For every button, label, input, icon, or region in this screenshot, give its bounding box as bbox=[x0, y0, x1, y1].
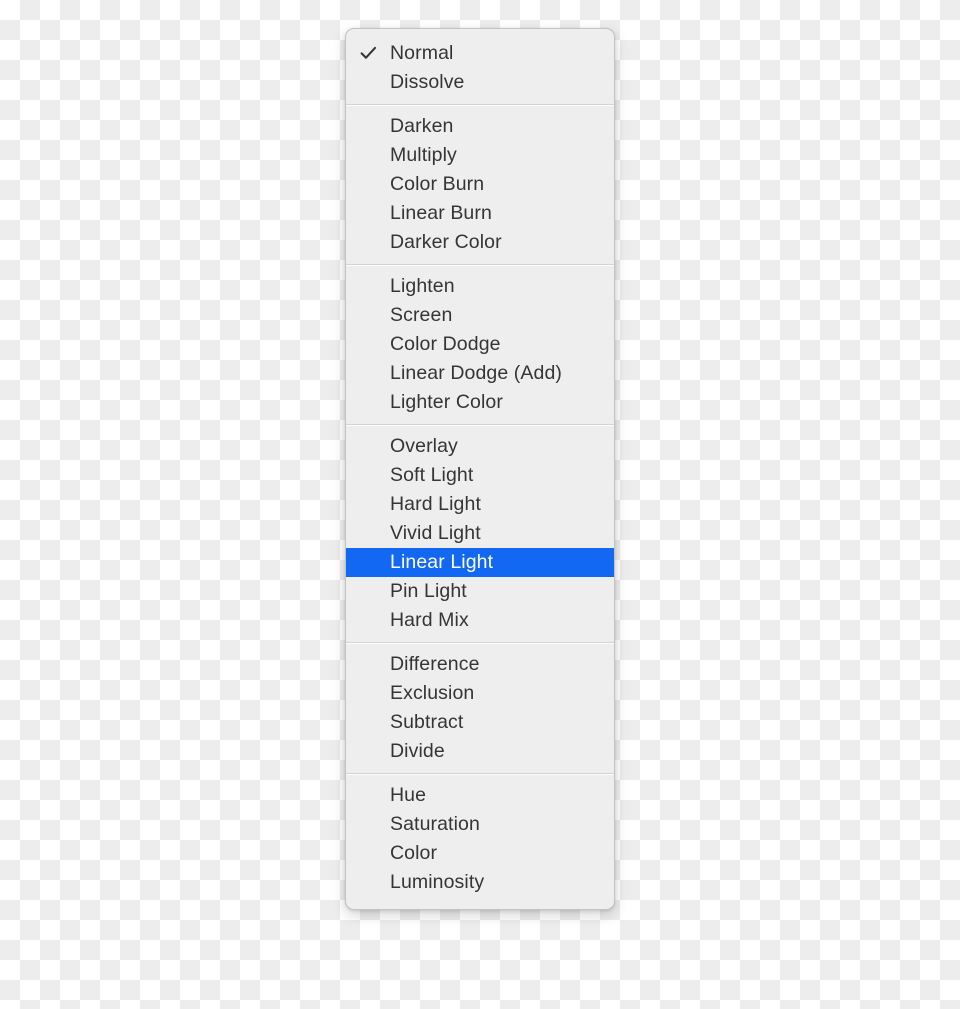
checkmark-slot-empty bbox=[346, 606, 390, 635]
menu-item-luminosity[interactable]: Luminosity bbox=[346, 868, 614, 897]
menu-item-label: Pin Light bbox=[390, 580, 467, 602]
checkmark-slot-empty bbox=[346, 432, 390, 461]
checkmark-slot-empty bbox=[346, 359, 390, 388]
menu-group: Difference Exclusion Subtract Divide bbox=[346, 650, 614, 766]
menu-separator bbox=[346, 264, 614, 265]
menu-group: Overlay Soft Light Hard Light Vivid Light Li… bbox=[346, 432, 614, 635]
menu-item-label: Hard Mix bbox=[390, 609, 469, 631]
checkmark-slot-empty bbox=[346, 228, 390, 257]
menu-group: Darken Multiply Color Burn Linear Burn Darke… bbox=[346, 112, 614, 257]
menu-item-dissolve[interactable]: Dissolve bbox=[346, 68, 614, 97]
menu-item-vivid-light[interactable]: Vivid Light bbox=[346, 519, 614, 548]
menu-item-difference[interactable]: Difference bbox=[346, 650, 614, 679]
checkmark-slot-empty bbox=[346, 461, 390, 490]
menu-item-lighten[interactable]: Lighten bbox=[346, 272, 614, 301]
menu-item-multiply[interactable]: Multiply bbox=[346, 141, 614, 170]
checkmark-slot-empty bbox=[346, 737, 390, 766]
menu-item-overlay[interactable]: Overlay bbox=[346, 432, 614, 461]
checkmark-slot-empty bbox=[346, 577, 390, 606]
menu-item-soft-light[interactable]: Soft Light bbox=[346, 461, 614, 490]
menu-item-linear-dodge-add[interactable]: Linear Dodge (Add) bbox=[346, 359, 614, 388]
menu-item-label: Hue bbox=[390, 784, 427, 806]
menu-item-pin-light[interactable]: Pin Light bbox=[346, 577, 614, 606]
checkmark-slot-empty bbox=[346, 112, 390, 141]
menu-item-label: Luminosity bbox=[390, 871, 485, 893]
blend-mode-menu[interactable]: Normal Dissolve Darken Multiply Color Burn Li… bbox=[345, 28, 615, 910]
checkmark-slot-empty bbox=[346, 781, 390, 810]
menu-item-label: Color Dodge bbox=[390, 333, 501, 355]
checkmark-slot-empty bbox=[346, 141, 390, 170]
menu-item-color-burn[interactable]: Color Burn bbox=[346, 170, 614, 199]
menu-item-label: Multiply bbox=[390, 144, 457, 166]
menu-item-label: Soft Light bbox=[390, 464, 474, 486]
menu-item-label: Darken bbox=[390, 115, 454, 137]
menu-item-darken[interactable]: Darken bbox=[346, 112, 614, 141]
menu-group: Hue Saturation Color Luminosity bbox=[346, 781, 614, 897]
menu-item-hue[interactable]: Hue bbox=[346, 781, 614, 810]
menu-item-label: Linear Dodge (Add) bbox=[390, 362, 562, 384]
menu-item-label: Lighter Color bbox=[390, 391, 503, 413]
menu-item-label: Saturation bbox=[390, 813, 480, 835]
menu-item-label: Linear Light bbox=[390, 551, 494, 573]
menu-item-label: Color bbox=[390, 842, 438, 864]
menu-item-label: Difference bbox=[390, 653, 480, 675]
menu-separator bbox=[346, 642, 614, 643]
menu-item-color-dodge[interactable]: Color Dodge bbox=[346, 330, 614, 359]
menu-item-hard-light[interactable]: Hard Light bbox=[346, 490, 614, 519]
checkmark-slot-empty bbox=[346, 490, 390, 519]
menu-item-saturation[interactable]: Saturation bbox=[346, 810, 614, 839]
checkmark-slot-empty bbox=[346, 650, 390, 679]
checkmark-slot-empty bbox=[346, 708, 390, 737]
menu-item-label: Overlay bbox=[390, 435, 458, 457]
checkmark-slot-empty bbox=[346, 679, 390, 708]
checkmark-slot-empty bbox=[346, 868, 390, 897]
checkmark-slot-empty bbox=[346, 68, 390, 97]
menu-item-label: Normal bbox=[390, 42, 454, 64]
menu-group: Normal Dissolve bbox=[346, 39, 614, 97]
menu-item-label: Exclusion bbox=[390, 682, 475, 704]
menu-item-label: Vivid Light bbox=[390, 522, 481, 544]
checkmark-slot-empty bbox=[346, 519, 390, 548]
menu-item-linear-light[interactable]: Linear Light bbox=[346, 548, 614, 577]
checkmark-slot-empty bbox=[346, 388, 390, 417]
menu-item-screen[interactable]: Screen bbox=[346, 301, 614, 330]
menu-item-lighter-color[interactable]: Lighter Color bbox=[346, 388, 614, 417]
menu-item-linear-burn[interactable]: Linear Burn bbox=[346, 199, 614, 228]
menu-separator bbox=[346, 773, 614, 774]
menu-item-label: Dissolve bbox=[390, 71, 465, 93]
checkmark-slot-empty bbox=[346, 330, 390, 359]
checkmark-slot-empty bbox=[346, 301, 390, 330]
menu-item-label: Hard Light bbox=[390, 493, 481, 515]
menu-item-label: Subtract bbox=[390, 711, 464, 733]
checkmark-slot-empty bbox=[346, 199, 390, 228]
checkmark-icon bbox=[346, 39, 390, 68]
menu-item-label: Color Burn bbox=[390, 173, 485, 195]
menu-item-normal[interactable]: Normal bbox=[346, 39, 614, 68]
checkmark-slot-empty bbox=[346, 810, 390, 839]
menu-item-label: Linear Burn bbox=[390, 202, 492, 224]
menu-item-exclusion[interactable]: Exclusion bbox=[346, 679, 614, 708]
checkmark-slot-empty bbox=[346, 170, 390, 199]
menu-item-divide[interactable]: Divide bbox=[346, 737, 614, 766]
checkmark-slot-empty bbox=[346, 272, 390, 301]
menu-item-label: Darker Color bbox=[390, 231, 502, 253]
menu-item-darker-color[interactable]: Darker Color bbox=[346, 228, 614, 257]
menu-item-color[interactable]: Color bbox=[346, 839, 614, 868]
menu-item-hard-mix[interactable]: Hard Mix bbox=[346, 606, 614, 635]
checkmark-slot-empty bbox=[346, 839, 390, 868]
menu-item-label: Lighten bbox=[390, 275, 455, 297]
menu-separator bbox=[346, 424, 614, 425]
transparent-canvas: Normal Dissolve Darken Multiply Color Burn Li… bbox=[0, 0, 960, 1009]
menu-item-subtract[interactable]: Subtract bbox=[346, 708, 614, 737]
checkmark-slot-empty bbox=[346, 548, 390, 577]
menu-group: Lighten Screen Color Dodge Linear Dodge (Ad… bbox=[346, 272, 614, 417]
menu-item-label: Divide bbox=[390, 740, 445, 762]
menu-separator bbox=[346, 104, 614, 105]
menu-item-label: Screen bbox=[390, 304, 453, 326]
